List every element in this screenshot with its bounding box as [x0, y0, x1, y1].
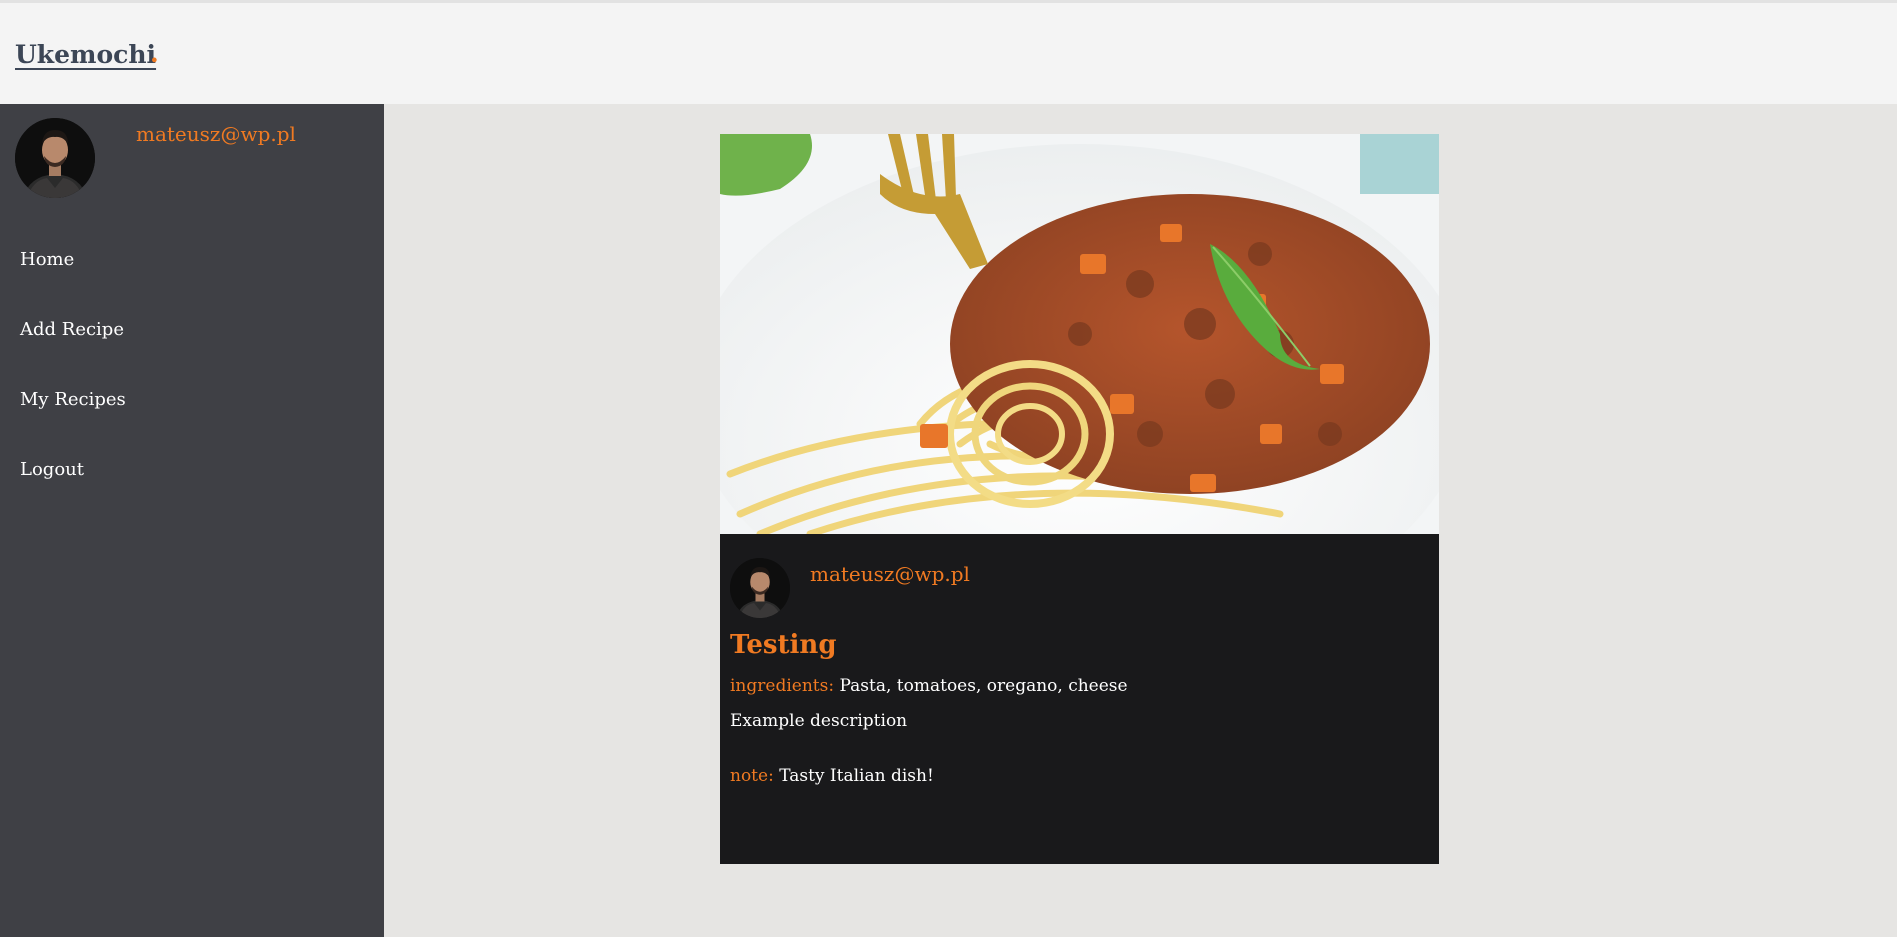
top-bar: Ukemochi .: [0, 0, 1897, 104]
sidebar: mateusz@wp.pl Home Add Recipe My Recipes…: [0, 104, 384, 937]
recipe-description: Example description: [730, 711, 908, 731]
nav-item-my-recipes[interactable]: My Recipes: [20, 389, 126, 459]
recipe-author-email: mateusz@wp.pl: [810, 562, 970, 586]
nav-item-logout[interactable]: Logout: [20, 459, 126, 529]
author-avatar-image: [730, 558, 790, 618]
user-avatar-image: [15, 118, 95, 198]
user-email: mateusz@wp.pl: [136, 122, 296, 146]
user-avatar: [15, 118, 95, 198]
sidebar-nav: Home Add Recipe My Recipes Logout: [20, 249, 126, 529]
author-avatar: [730, 558, 790, 618]
brand-dot: .: [150, 39, 159, 68]
note-label: note:: [730, 766, 774, 786]
ingredients-value: Pasta, tomatoes, oregano, cheese: [839, 676, 1128, 696]
recipe-note: note: Tasty Italian dish!: [730, 766, 934, 786]
note-value: Tasty Italian dish!: [779, 766, 934, 786]
recipe-title: Testing: [730, 630, 837, 660]
nav-item-add-recipe[interactable]: Add Recipe: [20, 319, 126, 389]
nav-item-home[interactable]: Home: [20, 249, 126, 319]
recipe-ingredients: ingredients: Pasta, tomatoes, oregano, c…: [730, 676, 1128, 696]
ingredients-label: ingredients:: [730, 676, 835, 696]
recipe-card: [720, 134, 1439, 864]
recipe-image: [720, 134, 1439, 534]
brand-logo-link[interactable]: Ukemochi: [15, 40, 156, 69]
